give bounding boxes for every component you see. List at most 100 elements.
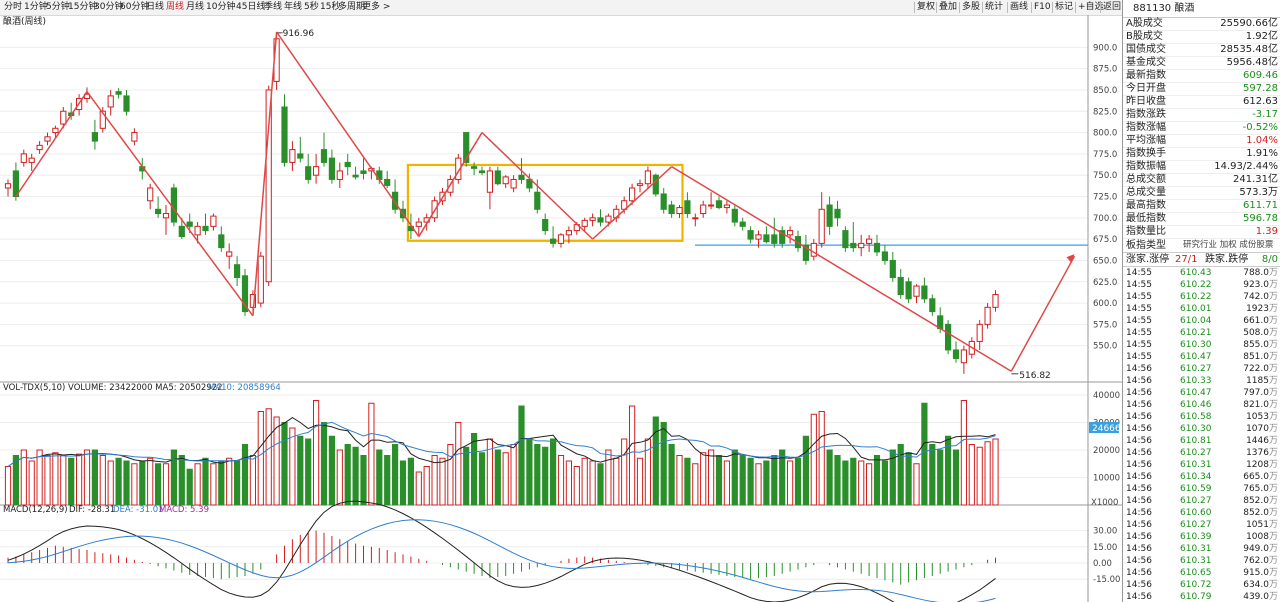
toolbar-button[interactable]: 统计 <box>985 2 1003 13</box>
quote-row: 总成交量 573.3万 <box>1123 187 1280 200</box>
candle <box>873 242 881 253</box>
tick-row: 14:56 610.27 1376万 <box>1123 447 1280 459</box>
quote-label: 指数振幅 <box>1126 161 1166 172</box>
quote-value: 5956.48亿 <box>1226 57 1278 68</box>
tick-volume: 1376万 <box>1246 448 1278 458</box>
volume-bar <box>534 444 541 506</box>
candle <box>684 200 691 215</box>
tick-volume: 1051万 <box>1246 520 1278 530</box>
volume-bar <box>289 427 296 506</box>
candle <box>542 219 549 232</box>
timeframe-tab[interactable]: 10分钟 <box>206 2 235 13</box>
candle <box>739 221 746 227</box>
tick-time: 14:56 <box>1126 580 1152 590</box>
tick-price: 610.01 <box>1180 304 1212 314</box>
tick-time: 14:55 <box>1126 316 1152 326</box>
tick-price: 610.39 <box>1180 532 1212 542</box>
candle <box>162 213 170 219</box>
tick-price: 610.47 <box>1180 388 1212 398</box>
timeframe-tab[interactable]: 年线 <box>284 2 302 13</box>
tick-price: 610.27 <box>1180 520 1212 530</box>
timeframe-tab[interactable]: 更多 > <box>362 2 390 13</box>
candle <box>510 178 517 189</box>
volume-bar <box>265 408 272 506</box>
timeframe-tab[interactable]: 多周期 <box>338 2 365 13</box>
timeframe-tab[interactable]: 5分钟 <box>46 2 70 13</box>
price-axis-label: 625.0 <box>1093 278 1117 288</box>
volume-bar <box>336 449 343 506</box>
candle <box>952 349 960 359</box>
candle <box>771 234 778 244</box>
timeframe-tab[interactable]: 周线 <box>166 2 184 13</box>
quote-value: -0.52% <box>1242 122 1278 133</box>
tick-time: 14:56 <box>1126 484 1152 494</box>
volume-bar <box>241 444 249 506</box>
volume-bar <box>771 455 778 506</box>
tick-volume: 851.0万 <box>1243 352 1278 362</box>
quote-label: 指数换手 <box>1126 148 1166 159</box>
tick-volume: 661.0万 <box>1243 316 1278 326</box>
tick-time: 14:56 <box>1126 592 1152 602</box>
tick-row: 14:56 610.60 852.0万 <box>1123 507 1280 519</box>
candle <box>4 183 12 189</box>
toolbar-button[interactable]: 标记 <box>1055 2 1073 13</box>
timeframe-tab[interactable]: 45日线 <box>236 2 265 13</box>
price-axis-label: 775.0 <box>1093 150 1117 160</box>
toolbar-button[interactable]: 返回 <box>1103 2 1121 13</box>
toolbar-divider <box>1052 2 1053 13</box>
candle <box>889 259 896 278</box>
timeframe-tab[interactable]: 日线 <box>146 2 164 13</box>
volume-bar <box>921 402 928 506</box>
timeframe-tab[interactable]: 1分钟 <box>24 2 48 13</box>
candle <box>605 215 612 223</box>
toolbar-divider <box>1007 2 1008 13</box>
candle <box>328 157 335 180</box>
tick-volume: 1185万 <box>1246 376 1278 386</box>
volume-bar <box>123 460 130 506</box>
quote-row: 国债成交 28535.48亿 <box>1123 44 1280 57</box>
tick-price: 610.04 <box>1180 316 1212 326</box>
volume-bar <box>723 460 730 506</box>
volume-bar <box>731 449 738 506</box>
tick-price: 610.79 <box>1180 592 1212 602</box>
macd-legend-name: MACD(12,26,9) <box>3 505 68 515</box>
candle <box>518 174 525 180</box>
timeframe-tab[interactable]: 季线 <box>264 2 282 13</box>
candle <box>913 285 920 297</box>
low-price-label: 516.82 <box>1019 371 1051 381</box>
quote-value: 596.78 <box>1243 213 1278 224</box>
volume-bar <box>842 460 849 506</box>
quote-value: 573.3万 <box>1239 187 1278 198</box>
candle <box>676 207 683 215</box>
tick-list: 14:55 610.43 788.0万 14:55 610.22 923.0万 14:55 6… <box>1123 267 1280 602</box>
timeframe-tab[interactable]: 5秒 <box>304 2 319 13</box>
tick-row: 14:56 610.79 439.0万 <box>1123 591 1280 602</box>
volume-bar <box>510 444 517 506</box>
timeframe-tab[interactable]: 月线 <box>186 2 204 13</box>
tick-row: 14:55 610.30 855.0万 <box>1123 339 1280 351</box>
volume-bar <box>984 441 991 506</box>
tick-row: 14:56 610.39 1008万 <box>1123 531 1280 543</box>
volume-bar <box>36 449 43 506</box>
toolbar-divider <box>1031 2 1032 13</box>
volume-bar <box>858 460 865 506</box>
volume-bar <box>589 460 596 506</box>
quote-value: 1.39 <box>1255 226 1278 237</box>
toolbar-button[interactable]: F10 <box>1034 2 1051 13</box>
tick-time: 14:56 <box>1126 424 1152 434</box>
quote-label: 今日开盘 <box>1126 83 1166 94</box>
timeframe-tab[interactable]: 分时 <box>4 2 22 13</box>
toolbar-button[interactable]: 复权 <box>917 2 935 13</box>
quote-label: A股成交 <box>1126 18 1163 29</box>
candle <box>818 208 825 244</box>
tick-row: 14:55 610.43 788.0万 <box>1123 267 1280 279</box>
tick-price: 610.22 <box>1180 292 1212 302</box>
tick-row: 14:56 610.33 1185万 <box>1123 375 1280 387</box>
toolbar-button[interactable]: 画线 <box>1010 2 1028 13</box>
toolbar-button[interactable]: 多股 <box>962 2 980 13</box>
tick-time: 14:56 <box>1126 448 1152 458</box>
limit-down-label: 跌家.跌停 <box>1205 254 1249 265</box>
kline-chart[interactable]: 900.0 875.0 850.0 825.0 800.0 775.0 750.0 725.0… <box>0 15 1122 602</box>
candle <box>960 349 967 364</box>
toolbar-button[interactable]: 叠加 <box>939 2 957 13</box>
